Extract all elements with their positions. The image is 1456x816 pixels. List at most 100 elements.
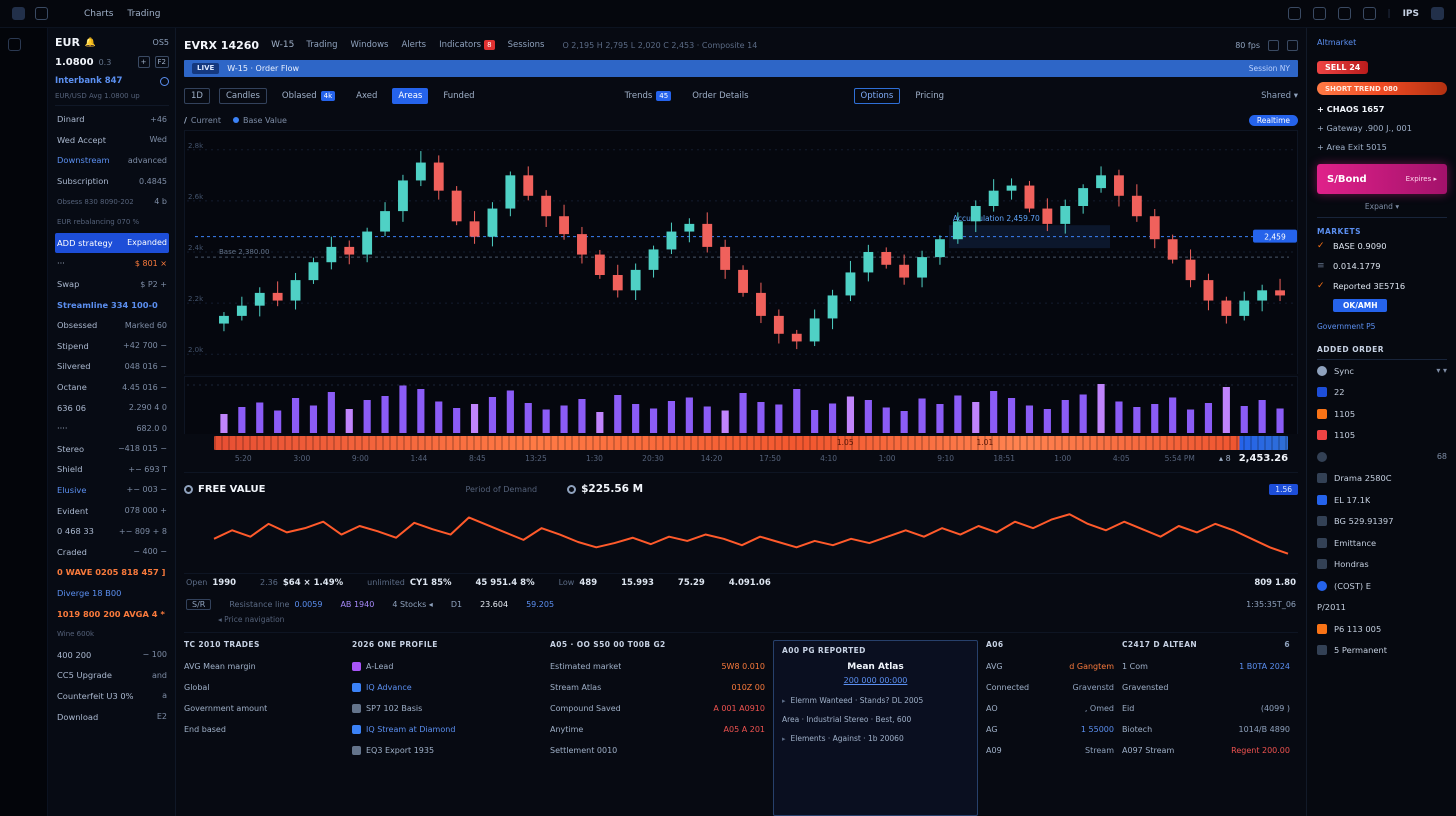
short-trend-bar[interactable]: SHORT TREND 080 [1317,82,1447,95]
market-check-item[interactable]: ✓Reported 3E5716 [1317,276,1447,296]
stat-item-secondary[interactable]: S/R [186,599,211,610]
stats-icon[interactable] [1313,7,1326,20]
watchlist-row[interactable]: Stipend+42 700 − [55,336,169,357]
government-link[interactable]: Government P5 [1317,322,1447,331]
stat-item-secondary[interactable]: 1:35:35T_06 [1246,600,1296,609]
watchlist-row[interactable]: Subscription0.4845 [55,171,169,192]
sbond-button[interactable]: S/Bond Expires ▸ [1317,164,1447,194]
order-row[interactable]: 5 Permanent [1317,640,1447,662]
toolbar-button[interactable]: Oblased4k [276,88,341,104]
legend-item[interactable]: /Current [184,116,221,125]
footer-row[interactable]: IQ Stream at Diamond [352,719,542,740]
order-row[interactable]: 68 [1317,446,1447,468]
footer-row[interactable]: Biotech1014/B 4890 [1122,719,1290,740]
watchlist-row[interactable]: Stereo−418 015 − [55,439,169,460]
watchlist-row[interactable]: ···$ 801 × [55,253,169,274]
watchlist-row[interactable]: CC5 Upgradeand [55,665,169,686]
candlestick-chart[interactable]: 2.8k2.6k2.4k2.2k2.0kAccumulation 2,459.7… [184,130,1298,374]
watchlist-row[interactable]: Octane4.45 016 − [55,377,169,398]
chart-menu-item[interactable]: Indicators8 [439,40,494,50]
order-row[interactable]: P6 113 005 [1317,618,1447,640]
footer-row[interactable]: Settlement 0010 [550,740,765,761]
timeframe-label[interactable]: W-15 [271,40,294,50]
watchlist-row[interactable]: Craded− 400 − [55,541,169,562]
interbank-link[interactable]: Interbank 847 [55,76,122,86]
toolbar-button[interactable]: Pricing [909,88,950,104]
order-row[interactable]: 22 [1317,382,1447,404]
watchlist-row[interactable]: Wed AcceptWed [55,130,169,151]
camera-icon[interactable] [1268,40,1279,51]
footer-row[interactable]: A-Lead [352,656,542,677]
image-icon[interactable] [1288,7,1301,20]
watchlist-row[interactable]: Counterfeit U3 0%a [55,686,169,707]
topbar-menu-item[interactable]: Charts [84,9,113,19]
toolbar-button[interactable]: Axed [350,88,383,104]
price-navigation-link[interactable]: ◂ Price navigation [218,615,1298,624]
watchlist-row[interactable]: ObsessedMarked 60 [55,315,169,336]
order-row[interactable]: 1105 [1317,425,1447,447]
watchlist-row[interactable]: Elusive+− 003 − [55,480,169,501]
order-row[interactable]: Hondras [1317,554,1447,576]
watchlist-row[interactable]: Wine 600k [55,624,169,645]
watchlist-row[interactable]: DownloadE2 [55,706,169,727]
footer-row[interactable]: A097 StreamRegent 200.00 [1122,740,1290,761]
footer-row[interactable]: 1 Com1 B0TA 2024 [1122,656,1290,677]
watchlist-row[interactable]: 0 468 33+− 809 + 8 [55,521,169,542]
info-circle-icon[interactable] [160,77,169,86]
watchlist-row[interactable]: 400 200− 100 [55,644,169,665]
footer-row[interactable]: AG1 55000 [986,719,1114,740]
footer-row[interactable]: Global [184,677,344,698]
order-row[interactable]: (COST) E [1317,575,1447,597]
profile-icon[interactable] [1431,7,1444,20]
watchlist-row[interactable]: Silvered048 016 − [55,356,169,377]
toolbar-button[interactable]: Order Details [686,89,754,103]
order-row[interactable]: BG 529.91397 [1317,511,1447,533]
watchlist-row[interactable]: ADD strategyExpanded [55,233,169,254]
new-window-icon[interactable] [35,7,48,20]
toolbar-button[interactable]: Candles [219,88,267,104]
stat-item-secondary[interactable]: 23.604 [480,600,508,609]
topbar-menu-item[interactable]: Trading [127,9,160,19]
search-icon[interactable] [1363,7,1376,20]
app-logo-icon[interactable] [12,7,25,20]
footer-row[interactable]: A09Stream [986,740,1114,761]
watchlist-row[interactable]: Downstreamadvanced [55,150,169,171]
footer-row[interactable]: End based [184,719,344,740]
watchlist-row[interactable]: EUR rebalancing 070 % [55,212,169,233]
stat-item-secondary[interactable]: Resistance line0.0059 [229,600,322,609]
realtime-pill[interactable]: Realtime [1249,115,1298,126]
footer-row[interactable]: ConnectedGravenstd [986,677,1114,698]
free-value-line-chart[interactable] [184,500,1298,564]
market-check-item[interactable]: ≡0.014.1779 [1317,256,1447,276]
watchlist-row[interactable]: 0 WAVE 0205 818 457 ] [55,562,169,583]
footer-row[interactable]: Gravensted [1122,677,1290,698]
watchlist-row[interactable]: 1019 800 200 AVGA 4 * [55,603,169,624]
altmarket-link[interactable]: Altmarket [1317,38,1447,47]
grid-icon[interactable] [1338,7,1351,20]
watchlist-row[interactable]: Streamline 334 100-0 [55,294,169,315]
footer-row[interactable]: Government amount [184,698,344,719]
stat-item-secondary[interactable]: AB 1940 [340,600,374,609]
footer-row[interactable]: Stream Atlas010Z 00 [550,677,765,698]
footer-row[interactable]: Estimated market5W8 0.010 [550,656,765,677]
volume-chart[interactable] [184,376,1298,434]
footer-row[interactable]: ▸Elernm Wanteed · Stands? DL 2005 [782,691,969,710]
fullscreen-icon[interactable] [1287,40,1298,51]
order-row[interactable]: Emittance [1317,532,1447,554]
add-button[interactable]: + [138,56,150,68]
order-row[interactable]: P/2011 [1317,597,1447,619]
footer-row[interactable]: ▸Elements · Against · 1b 20060 [782,729,969,748]
watchlist-row[interactable]: 636 062.290 4 0 [55,397,169,418]
toolbar-button[interactable]: Funded [437,88,480,104]
watchlist-row[interactable]: Evident078 000 + [55,500,169,521]
chart-menu-item[interactable]: Sessions [508,40,545,50]
chart-menu-item[interactable]: Alerts [401,40,426,50]
bell-icon[interactable]: 🔔 [85,38,96,48]
order-row[interactable]: 1105 [1317,403,1447,425]
order-row[interactable]: Sync▾ ▾ [1317,360,1447,382]
watchlist-row[interactable]: Diverge 18 B00 [55,583,169,604]
watchlist-row[interactable]: Obsess 830 8090-2024 b [55,191,169,212]
market-check-item[interactable]: ✓BASE 0.9090 [1317,236,1447,256]
stat-item-secondary[interactable]: 4 Stocks ◂ [392,600,433,609]
footer-row[interactable]: IQ Advance [352,677,542,698]
